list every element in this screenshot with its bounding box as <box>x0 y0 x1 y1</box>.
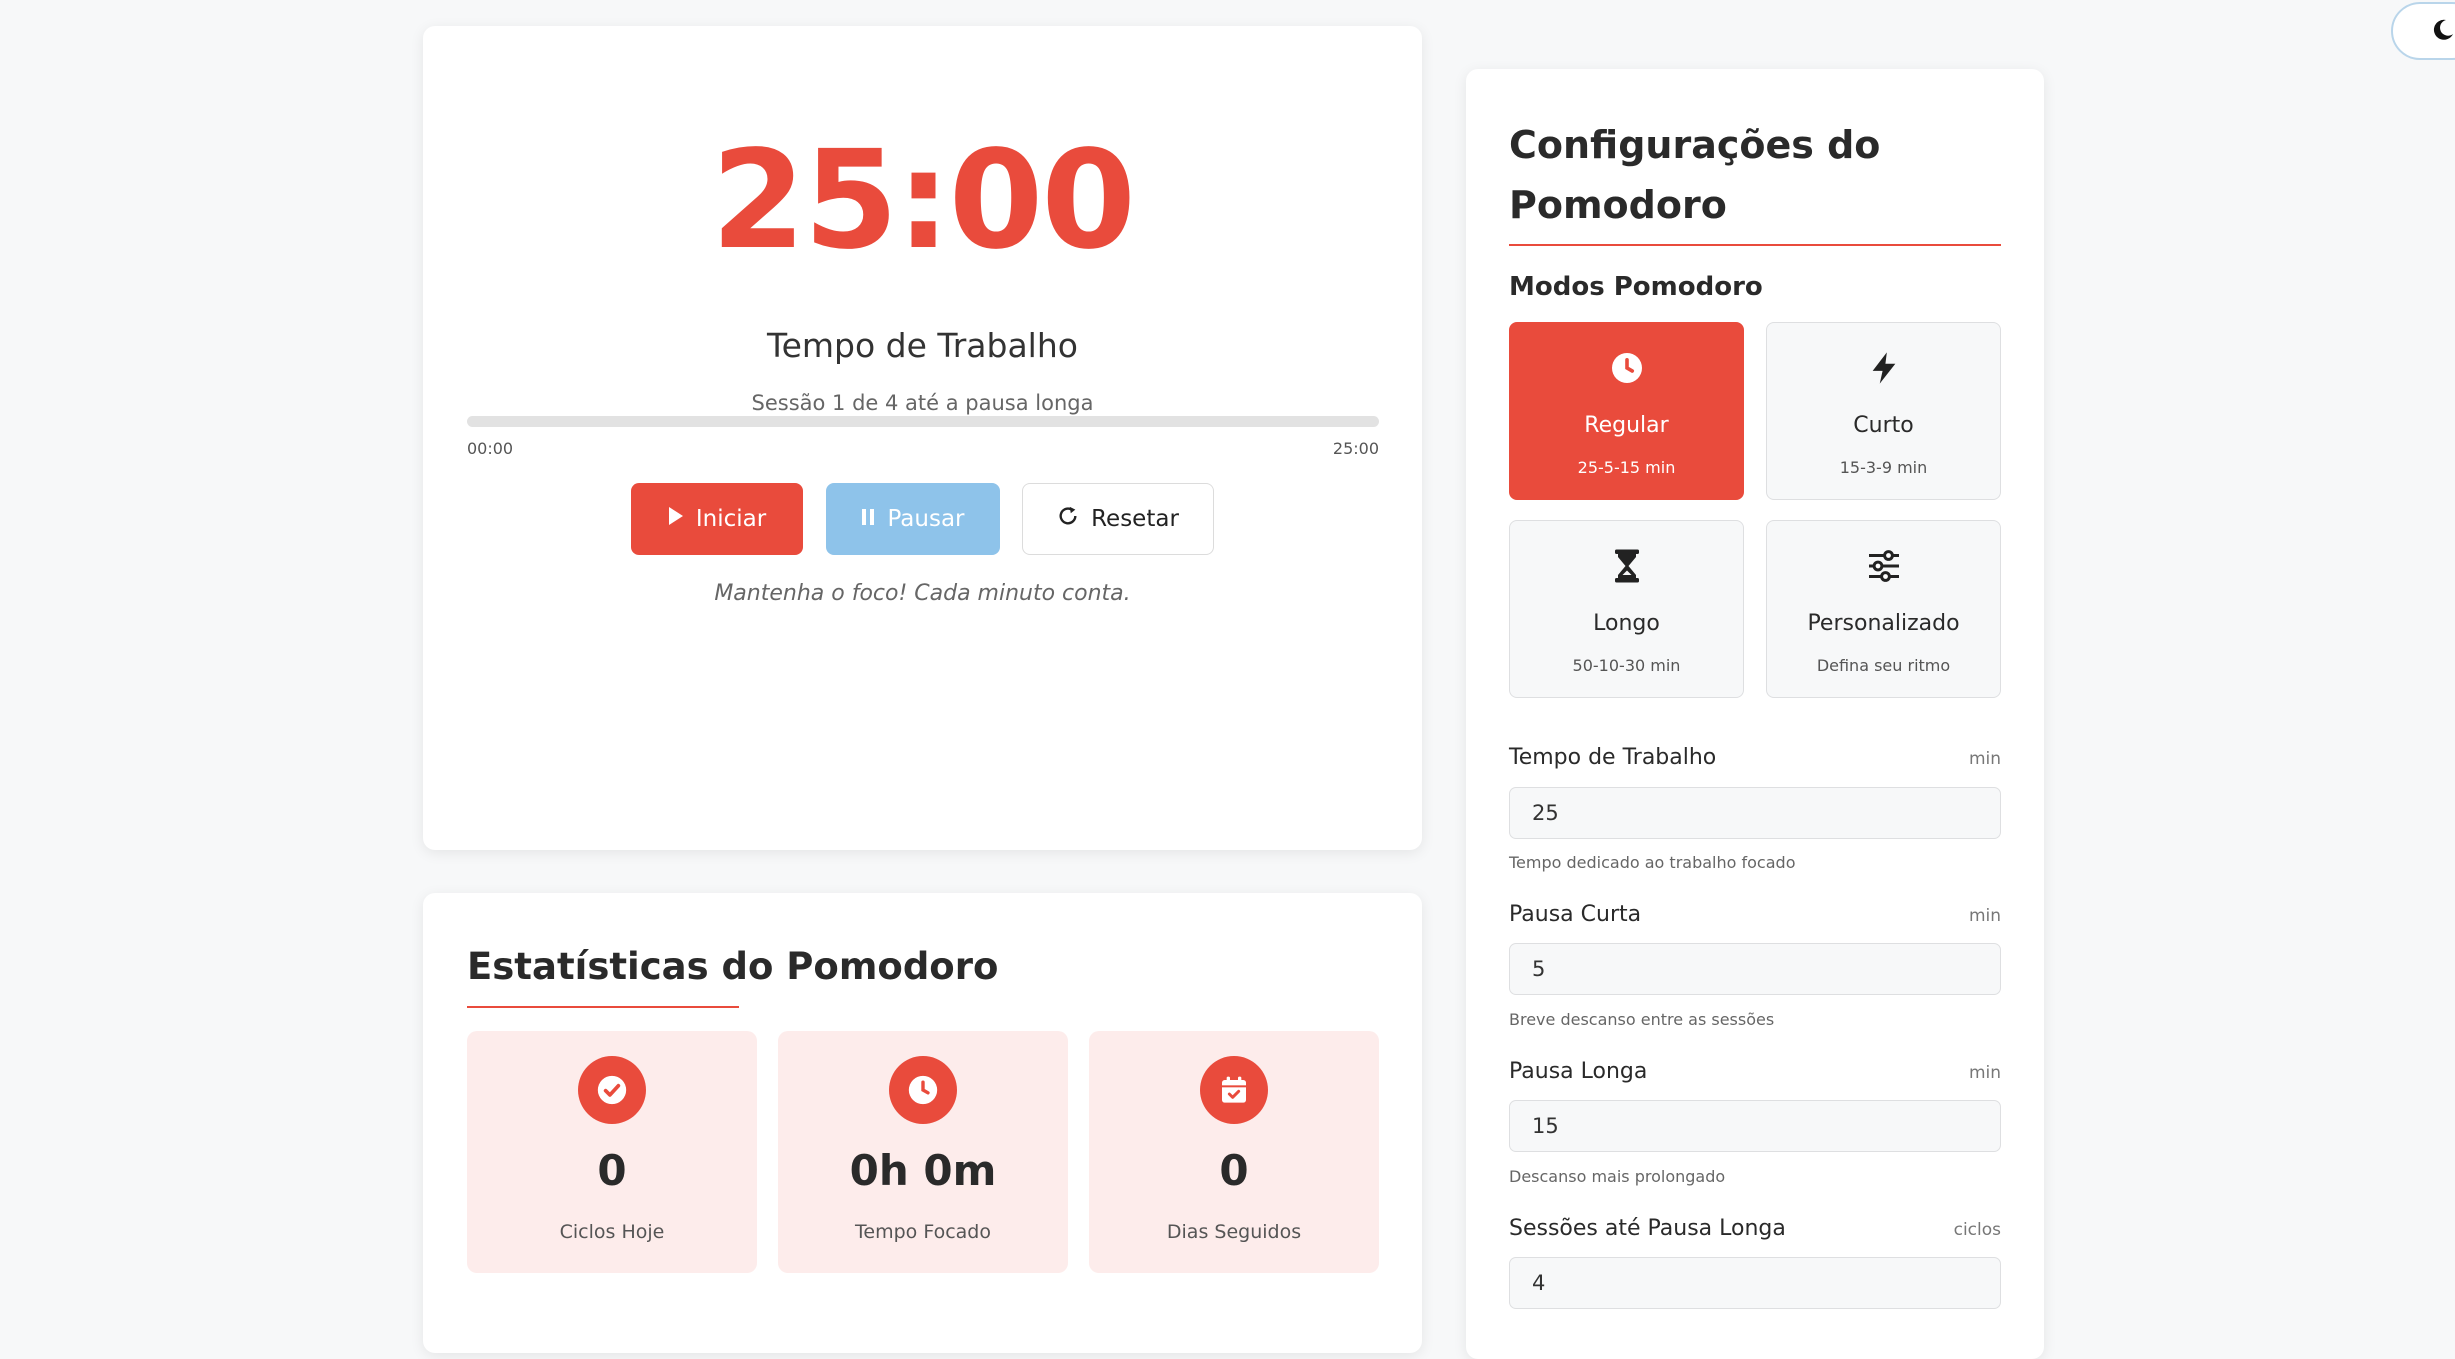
mode-curto[interactable]: Curto 15-3-9 min <box>1766 322 2001 500</box>
reset-button-label: Resetar <box>1091 506 1179 532</box>
theme-toggle[interactable] <box>2391 2 2455 60</box>
progress-total: 25:00 <box>1332 439 1379 458</box>
stat-label: Ciclos Hoje <box>559 1221 665 1243</box>
mode-name: Personalizado <box>1807 611 1960 636</box>
mode-desc: 25-5-15 min <box>1577 458 1676 477</box>
pause-icon <box>861 506 875 532</box>
mode-desc: 50-10-30 min <box>1572 656 1681 675</box>
progress-bar <box>467 416 1379 427</box>
bolt-icon <box>1767 350 2000 388</box>
mode-longo[interactable]: Longo 50-10-30 min <box>1509 520 1744 698</box>
long-break-input[interactable] <box>1509 1100 2001 1152</box>
mode-desc: Defina seu ritmo <box>1816 656 1951 675</box>
mode-name: Longo <box>1593 611 1660 636</box>
stat-value: 0 <box>1219 1146 1249 1195</box>
short-break-label: Pausa Curta <box>1509 902 1642 927</box>
calendar-check-icon <box>1200 1056 1268 1124</box>
sessions-input[interactable] <box>1509 1257 2001 1309</box>
settings-title: Configurações do Pomodoro <box>1509 123 1881 227</box>
long-break-help: Descanso mais prolongado <box>1509 1167 1726 1186</box>
timer-display: 25:00 <box>711 122 1136 280</box>
play-icon <box>668 506 684 532</box>
stat-label: Dias Seguidos <box>1166 1221 1302 1243</box>
start-button-label: Iniciar <box>695 506 767 532</box>
long-break-unit: min <box>1968 1063 2001 1083</box>
sliders-icon <box>1767 548 2000 586</box>
timer-phase: Tempo de Trabalho <box>767 326 1078 365</box>
stat-value: 0h 0m <box>849 1146 997 1195</box>
clock-icon <box>889 1056 957 1124</box>
short-break-input[interactable] <box>1509 943 2001 995</box>
mode-personalizado[interactable]: Personalizado Defina seu ritmo <box>1766 520 2001 698</box>
stat-tile-focus-time: 0h 0m Tempo Focado <box>778 1031 1068 1273</box>
stat-label: Tempo Focado <box>855 1221 991 1243</box>
session-info: Sessão 1 de 4 até a pausa longa <box>751 391 1094 415</box>
work-time-unit: min <box>1968 749 2001 769</box>
stat-tile-cycles: 0 Ciclos Hoje <box>467 1031 757 1273</box>
modes-title: Modos Pomodoro <box>1509 272 1763 302</box>
short-break-unit: min <box>1968 906 2001 926</box>
timer-card: 25:00 Tempo de Trabalho Sessão 1 de 4 at… <box>423 26 1422 850</box>
pause-button-label: Pausar <box>887 506 965 532</box>
moon-icon <box>2431 18 2455 46</box>
long-break-label: Pausa Longa <box>1509 1059 1648 1084</box>
mode-desc: 15-3-9 min <box>1839 458 1928 477</box>
check-circle-icon <box>578 1056 646 1124</box>
pause-button[interactable]: Pausar <box>826 483 1000 555</box>
sessions-label: Sessões até Pausa Longa <box>1509 1216 1786 1241</box>
motivation-text: Mantenha o foco! Cada minuto conta. <box>714 581 1131 606</box>
work-time-help: Tempo dedicado ao trabalho focado <box>1509 853 1796 872</box>
settings-title-underline <box>1509 244 2001 246</box>
hourglass-icon <box>1510 548 1743 586</box>
sessions-unit: ciclos <box>1953 1220 2001 1240</box>
reset-icon <box>1057 505 1079 533</box>
mode-name: Curto <box>1853 413 1914 438</box>
progress-elapsed: 00:00 <box>467 439 514 458</box>
mode-name: Regular <box>1584 413 1669 438</box>
stats-title: Estatísticas do Pomodoro <box>467 945 999 988</box>
stat-tile-streak: 0 Dias Seguidos <box>1089 1031 1379 1273</box>
clock-icon <box>1510 350 1743 388</box>
start-button[interactable]: Iniciar <box>631 483 803 555</box>
work-time-input[interactable] <box>1509 787 2001 839</box>
work-time-label: Tempo de Trabalho <box>1509 745 1717 770</box>
short-break-help: Breve descanso entre as sessões <box>1509 1010 1775 1029</box>
reset-button[interactable]: Resetar <box>1022 483 1214 555</box>
stats-card: Estatísticas do Pomodoro 0 Ciclos Hoje 0… <box>423 893 1422 1353</box>
stat-value: 0 <box>597 1146 627 1195</box>
mode-regular[interactable]: Regular 25-5-15 min <box>1509 322 1744 500</box>
stats-title-underline <box>467 1006 739 1008</box>
settings-card: Configurações do Pomodoro Modos Pomodoro… <box>1466 69 2044 1359</box>
